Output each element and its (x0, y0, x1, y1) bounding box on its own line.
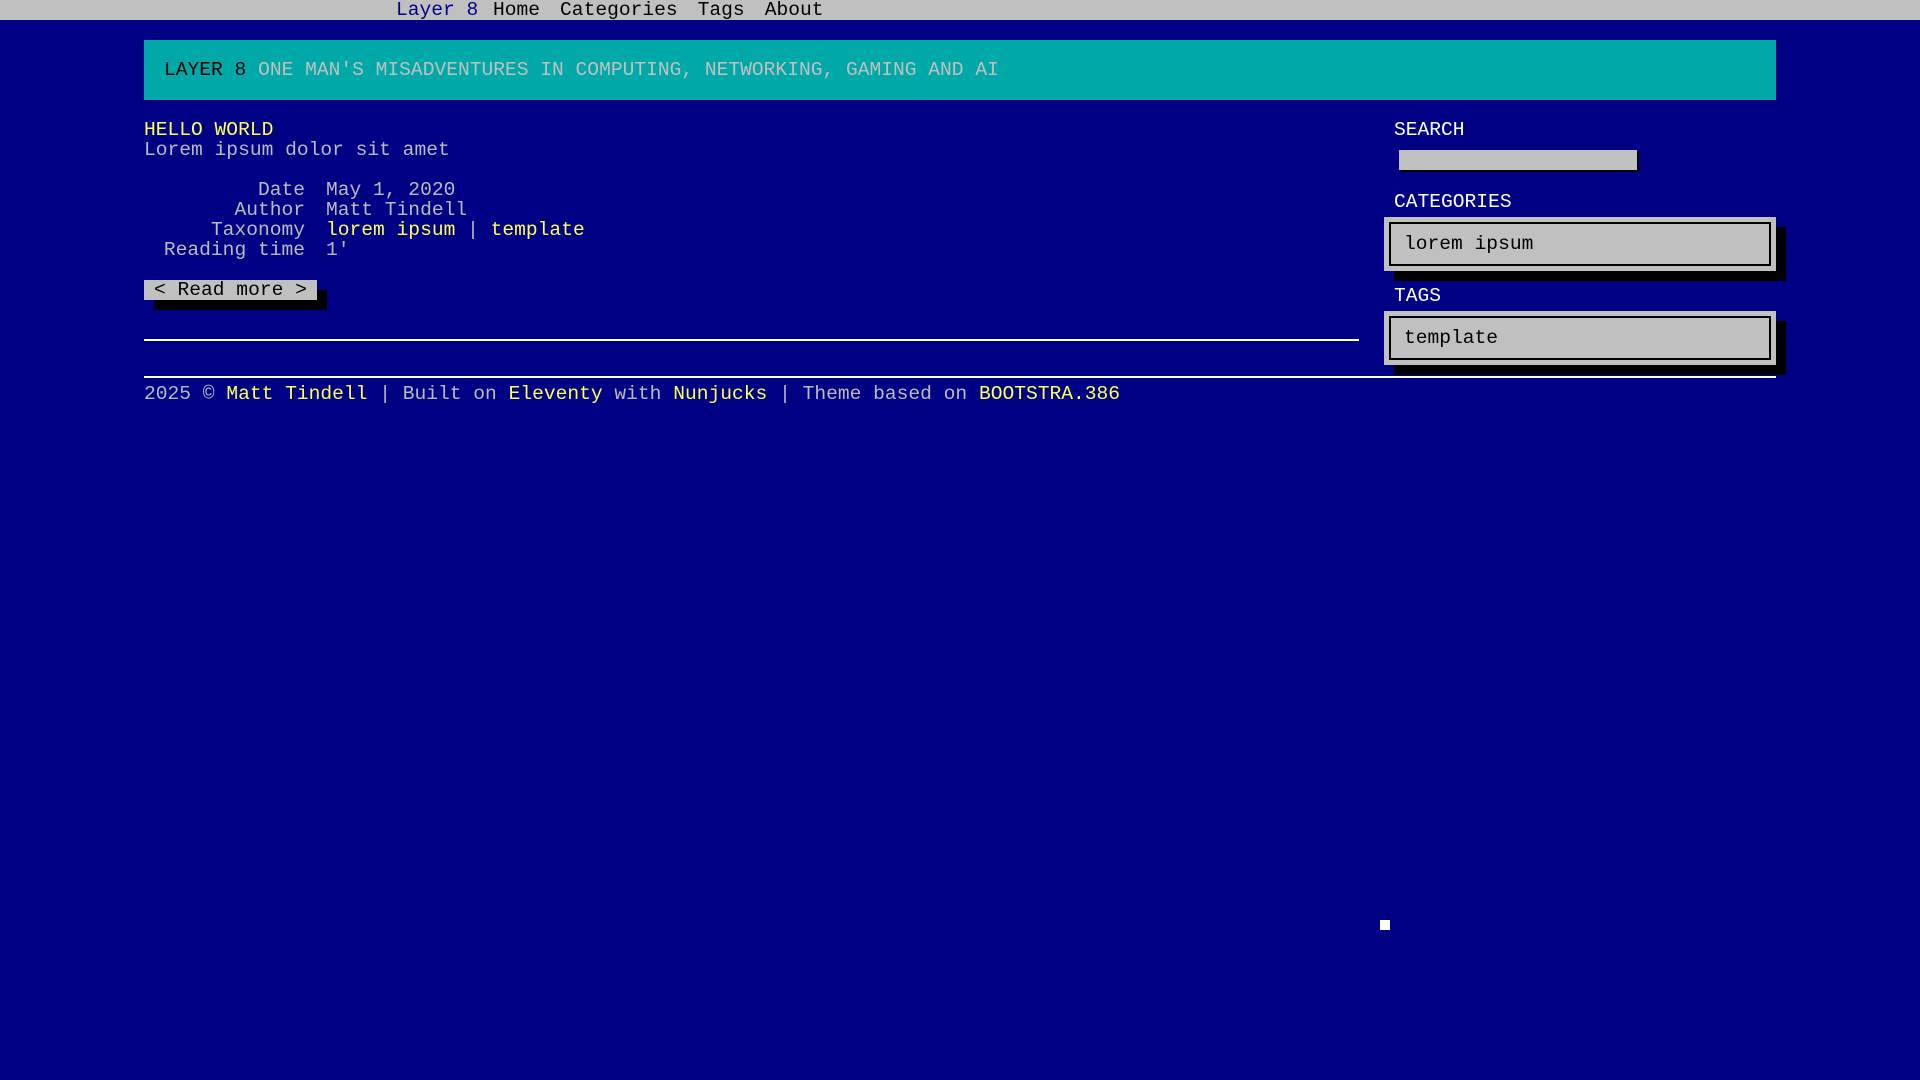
categories-panel: lorem ipsum (1384, 217, 1776, 271)
navbar-brand-link[interactable]: Layer 8 (396, 0, 478, 20)
tags-panel: template (1384, 311, 1776, 365)
nav-item-tags[interactable]: Tags (698, 0, 745, 20)
search-input[interactable] (1399, 150, 1637, 170)
read-more-button[interactable]: < Read more > (144, 280, 317, 300)
taxonomy-tag-link[interactable]: template (491, 219, 585, 241)
category-item-lorem-ipsum[interactable]: lorem ipsum (1404, 234, 1533, 254)
search-heading: SEARCH (1394, 119, 1465, 141)
footer-theme-link[interactable]: BOOTSTRA.386 (979, 383, 1120, 405)
meta-value-date: May 1, 2020 (326, 179, 456, 201)
top-navbar: Layer 8 Home Categories Tags About (0, 0, 1920, 20)
footer-theme-based: | Theme based on (779, 383, 968, 405)
meta-value-reading-time: 1' (326, 239, 350, 261)
footer-built-on: | Built on (379, 383, 497, 405)
site-header-title: LAYER 8 ONE MAN'S MISADVENTURES IN COMPU… (164, 60, 999, 80)
footer-eleventy-link[interactable]: Eleventy (509, 383, 603, 405)
tags-heading: TAGS (1394, 285, 1442, 307)
nav-item-categories[interactable]: Categories (560, 0, 678, 20)
post-list: HELLO WORLD Lorem ipsum dolor sit amet D… (144, 120, 1360, 300)
meta-label-author: Author (234, 199, 305, 221)
meta-label-reading-time: Reading time (163, 239, 305, 261)
nav-item-home[interactable]: Home (493, 0, 540, 20)
categories-heading: CATEGORIES (1394, 191, 1512, 213)
meta-value-author: Matt Tindell (326, 199, 468, 221)
footer-author-link[interactable]: Matt Tindell (226, 383, 367, 405)
text-cursor-block (1380, 920, 1390, 930)
post-divider (144, 339, 1359, 341)
taxonomy-separator: | (467, 219, 479, 241)
site-name: LAYER 8 (164, 59, 247, 81)
navbar-menu: Home Categories Tags About (493, 0, 823, 20)
nav-item-about[interactable]: About (765, 0, 824, 20)
footer-nunjucks-link[interactable]: Nunjucks (673, 383, 767, 405)
taxonomy-category-link[interactable]: lorem ipsum (326, 219, 455, 241)
footer: 2025 © Matt Tindell | Built on Eleventy … (144, 384, 1120, 404)
meta-value-taxonomy: lorem ipsum | template (326, 220, 585, 240)
footer-divider (144, 376, 1776, 378)
site-tagline: ONE MAN'S MISADVENTURES IN COMPUTING, NE… (258, 59, 999, 81)
post-summary: Lorem ipsum dolor sit amet (144, 139, 450, 161)
site-header: LAYER 8 ONE MAN'S MISADVENTURES IN COMPU… (144, 40, 1776, 100)
footer-copyright: 2025 © (144, 383, 215, 405)
tag-item-template[interactable]: template (1404, 328, 1498, 348)
meta-label-date: Date (257, 179, 305, 201)
meta-label-taxonomy: Taxonomy (210, 219, 305, 241)
post-title-link[interactable]: HELLO WORLD (144, 120, 1360, 140)
footer-with: with (614, 383, 662, 405)
